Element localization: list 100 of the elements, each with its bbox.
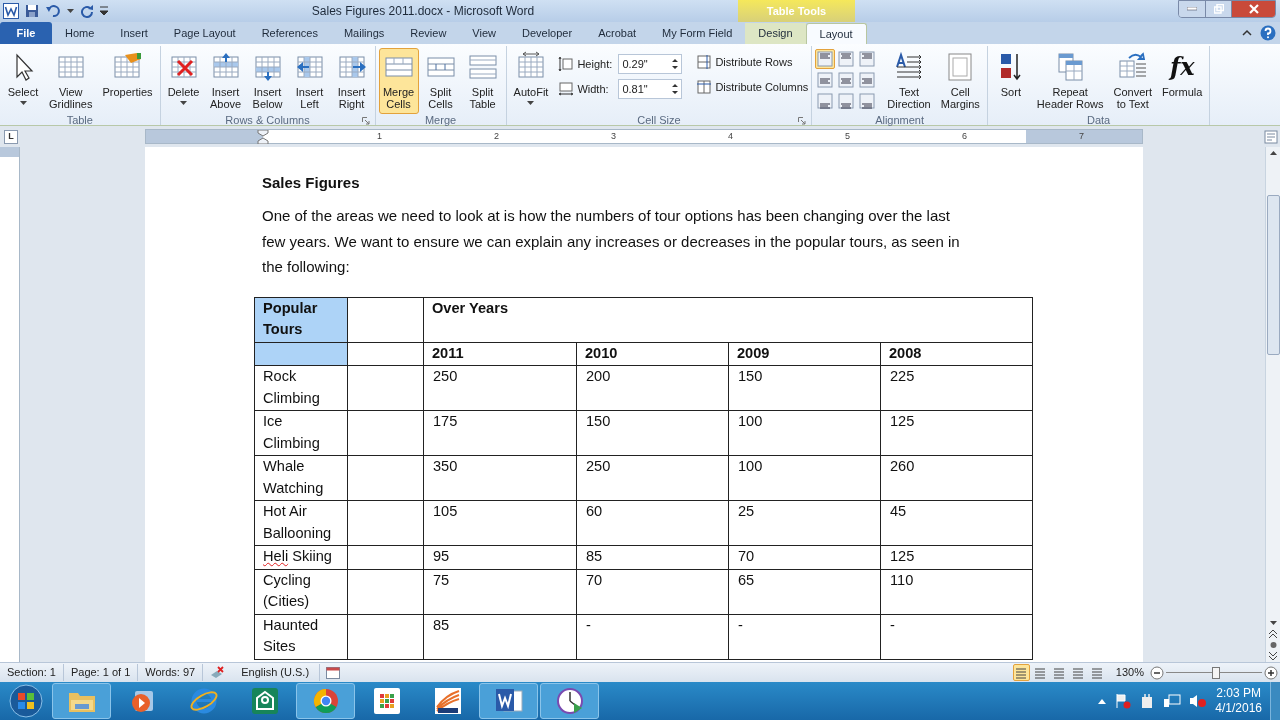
start-button[interactable] xyxy=(8,683,44,719)
ribbon-button[interactable]: Merge Cells xyxy=(378,48,419,114)
table-header-cell[interactable]: 2009 xyxy=(728,342,881,366)
table-cell[interactable]: Whale Watching xyxy=(254,455,348,501)
table-cell[interactable]: 85 xyxy=(576,545,729,569)
ribbon-button[interactable]: Convert to Text xyxy=(1109,48,1157,114)
dialog-launcher-icon[interactable] xyxy=(798,117,807,125)
align-button[interactable] xyxy=(857,91,878,111)
ribbon-tab[interactable]: Layout xyxy=(805,23,867,44)
table-cell[interactable]: Hot Air Ballooning xyxy=(254,500,348,546)
slider-thumb[interactable] xyxy=(1211,666,1220,679)
undo-icon[interactable] xyxy=(45,4,61,18)
table-cell[interactable]: 70 xyxy=(576,569,729,614)
clock-date[interactable]: 4/1/2016 xyxy=(1215,701,1262,716)
table-header-cell[interactable]: 2011 xyxy=(423,342,577,366)
ribbon-tab[interactable]: Review xyxy=(397,23,460,44)
restore-button[interactable] xyxy=(1205,1,1231,17)
ribbon-button[interactable]: Distribute Columns xyxy=(696,78,809,95)
table-cell[interactable]: 75 xyxy=(423,569,577,614)
ribbon-button[interactable]: AutoFit xyxy=(509,48,553,114)
align-button[interactable] xyxy=(836,91,857,111)
ribbon-button[interactable]: Sort xyxy=(990,48,1031,114)
ribbon-tab[interactable]: Page Layout xyxy=(160,23,249,44)
ribbon-tab[interactable]: Mailings xyxy=(330,23,398,44)
table-cell[interactable]: 60 xyxy=(576,500,729,546)
ribbon-button[interactable]: fx Formula xyxy=(1158,48,1207,114)
table-cell[interactable]: 250 xyxy=(576,455,729,501)
table-cell[interactable]: 250 xyxy=(423,365,577,411)
align-button[interactable] xyxy=(836,49,857,69)
table-cell[interactable]: - xyxy=(880,614,1033,659)
next-page-icon[interactable] xyxy=(1267,650,1279,662)
ribbon-tab[interactable]: Developer xyxy=(509,23,586,44)
ribbon-button[interactable]: Cell Margins xyxy=(936,48,984,114)
table-cell[interactable]: 85 xyxy=(423,614,577,659)
align-button[interactable] xyxy=(836,70,857,90)
help-icon[interactable] xyxy=(1260,25,1276,41)
ribbon-button[interactable]: View Gridlines xyxy=(45,48,97,114)
table-header-cell[interactable]: Popular Tours xyxy=(254,297,348,342)
taskbar-app[interactable] xyxy=(479,683,538,719)
show-hidden-icons[interactable] xyxy=(1097,697,1108,705)
ribbon-button[interactable]: Insert Left xyxy=(289,48,330,114)
indent-marker[interactable] xyxy=(257,130,269,144)
table-cell[interactable]: 45 xyxy=(880,500,1033,546)
table-header-cell[interactable]: 2008 xyxy=(880,342,1033,366)
table-cell[interactable]: 110 xyxy=(880,569,1033,614)
status-item[interactable]: Page: 1 of 1 xyxy=(63,664,139,681)
align-button[interactable] xyxy=(815,70,836,90)
close-button[interactable] xyxy=(1231,1,1275,17)
zoom-slider[interactable] xyxy=(1166,665,1262,680)
align-button[interactable] xyxy=(857,49,878,69)
ribbon-tab[interactable]: Home xyxy=(52,23,108,44)
table-cell[interactable]: 105 xyxy=(423,500,577,546)
ribbon-tab[interactable]: Design xyxy=(745,23,806,44)
table-cell[interactable]: Haunted Sites xyxy=(254,614,348,659)
ribbon-button[interactable]: Repeat Header Rows xyxy=(1032,48,1108,114)
ribbon-tab[interactable]: My Form Field xyxy=(649,23,746,44)
customize-toolbar-icon[interactable] xyxy=(100,6,108,16)
table-cell[interactable]: 350 xyxy=(423,455,577,501)
proofing-icon[interactable] xyxy=(209,665,226,680)
ribbon-tab[interactable]: References xyxy=(248,23,331,44)
ribbon-tab[interactable]: Acrobat xyxy=(585,23,650,44)
table-cell[interactable]: - xyxy=(728,614,881,659)
previous-page-icon[interactable] xyxy=(1267,628,1279,640)
align-button[interactable] xyxy=(815,91,836,111)
table-cell[interactable]: Ice Climbing xyxy=(254,410,348,456)
table-cell[interactable]: 25 xyxy=(728,500,881,546)
ribbon-button[interactable]: Insert Below xyxy=(247,48,288,114)
ribbon-tab[interactable]: Insert xyxy=(107,23,161,44)
table-cell[interactable]: Rock Climbing xyxy=(254,365,348,411)
table-header-cell[interactable] xyxy=(347,297,424,342)
save-icon[interactable] xyxy=(25,4,39,18)
zoom-level[interactable]: 130% xyxy=(1115,664,1144,681)
flag-icon[interactable] xyxy=(1115,693,1132,709)
table-cell[interactable]: 100 xyxy=(728,410,881,456)
table-cell[interactable]: 150 xyxy=(728,365,881,411)
align-button[interactable] xyxy=(815,49,836,69)
table-cell[interactable]: 200 xyxy=(576,365,729,411)
clock-time[interactable]: 2:03 PM xyxy=(1216,686,1261,701)
table-cell[interactable]: 95 xyxy=(423,545,577,569)
table-cell[interactable]: 125 xyxy=(880,410,1033,456)
language-status[interactable]: English (U.S.) xyxy=(231,664,321,681)
spin-field[interactable]: 0.81" xyxy=(618,79,683,99)
file-tab[interactable]: File xyxy=(0,22,52,44)
table-cell[interactable]: 175 xyxy=(423,410,577,456)
ribbon-button[interactable]: Distribute Rows xyxy=(696,54,809,71)
redo-icon[interactable] xyxy=(80,4,94,18)
ribbon-button[interactable]: Properties xyxy=(98,48,157,114)
ribbon-button[interactable]: Text Direction xyxy=(883,48,935,114)
table-header-cell[interactable] xyxy=(254,342,348,366)
volume-muted-icon[interactable] xyxy=(1189,693,1208,709)
zoom-in-icon[interactable] xyxy=(1264,665,1278,680)
table-cell[interactable]: 260 xyxy=(880,455,1033,501)
view-button[interactable] xyxy=(1012,664,1030,681)
table-cell[interactable]: - xyxy=(576,614,729,659)
table-header-cell[interactable]: Over Years xyxy=(423,297,1033,342)
table-header-cell[interactable]: 2010 xyxy=(576,342,729,366)
taskbar-app[interactable] xyxy=(540,683,599,719)
network-icon[interactable] xyxy=(1163,693,1182,709)
tab-selector[interactable]: L xyxy=(4,129,18,144)
table-cell[interactable]: Heli Skiing xyxy=(254,545,348,569)
